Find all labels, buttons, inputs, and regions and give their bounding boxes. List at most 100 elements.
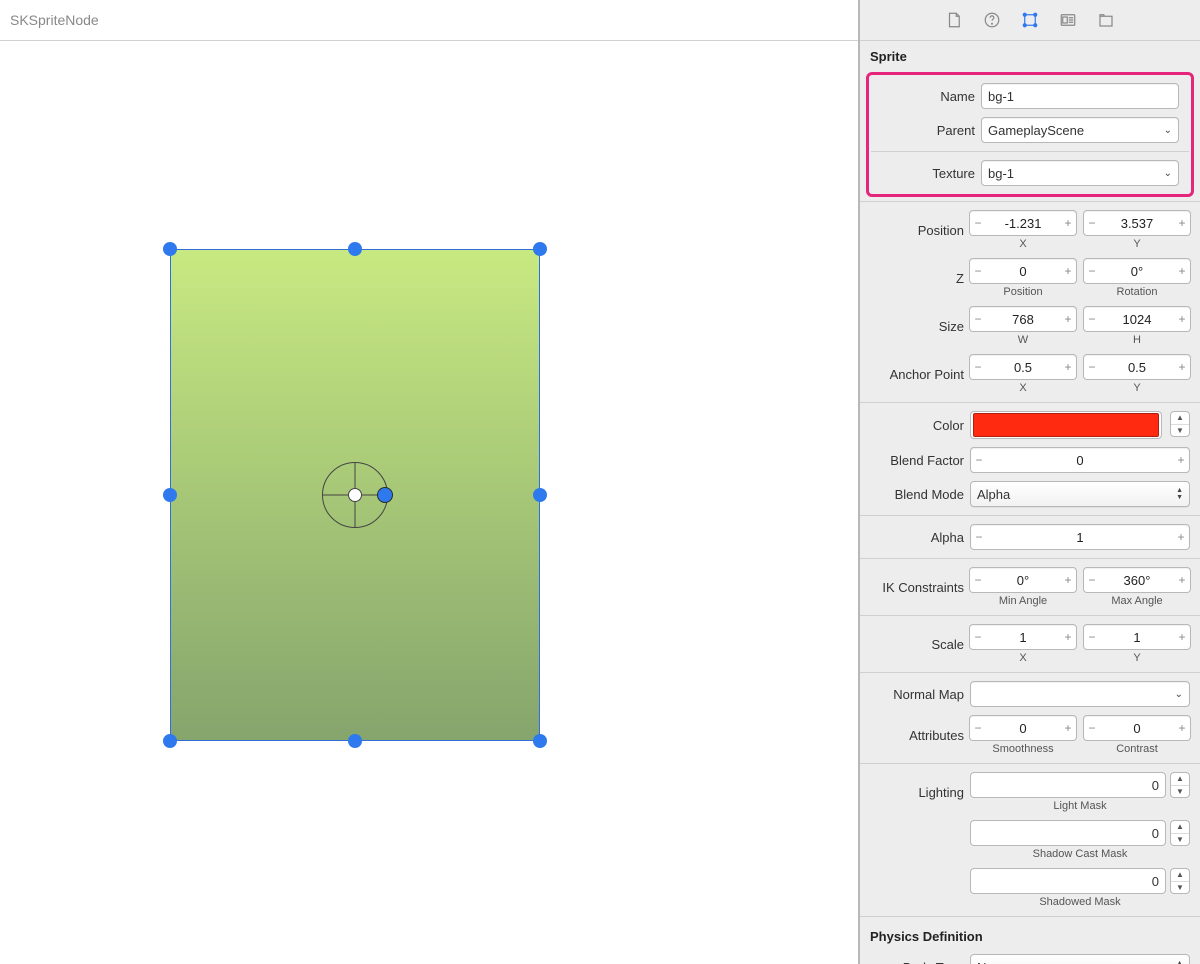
scale-x-stepper[interactable]: − 1 + (969, 624, 1077, 650)
shadowed-mask-stepper[interactable]: ▲ ▼ (1170, 868, 1190, 894)
caret-up-icon: ▲ (1176, 487, 1183, 494)
attributes-label: Attributes (870, 728, 964, 743)
library-inspector-icon[interactable] (1097, 11, 1115, 29)
color-stepper[interactable]: ▲ ▼ (1170, 411, 1190, 437)
decrement-button[interactable]: − (1084, 568, 1100, 592)
position-y-stepper[interactable]: − 3.537 + (1083, 210, 1191, 236)
decrement-button[interactable]: − (1084, 716, 1100, 740)
body-type-label: Body Type (870, 960, 964, 964)
anchor-gizmo[interactable] (322, 462, 388, 528)
increment-button[interactable]: + (1060, 307, 1076, 331)
caret-down-icon[interactable]: ▼ (1171, 882, 1189, 894)
normal-map-dropdown[interactable]: ⌄ (970, 681, 1190, 707)
anchor-x-stepper[interactable]: − 0.5 + (969, 354, 1077, 380)
increment-button[interactable]: + (1174, 307, 1190, 331)
decrement-button[interactable]: − (970, 307, 986, 331)
caret-down-icon[interactable]: ▼ (1171, 834, 1189, 846)
chevron-down-icon: ⌄ (1175, 689, 1183, 700)
increment-button[interactable]: + (1060, 716, 1076, 740)
blend-factor-stepper[interactable]: − 0 + (970, 447, 1190, 473)
file-inspector-icon[interactable] (945, 11, 963, 29)
attributes-inspector-icon[interactable] (1021, 11, 1039, 29)
chevron-down-icon: ⌄ (1164, 125, 1172, 136)
caret-up-icon[interactable]: ▲ (1171, 869, 1189, 882)
blend-factor-label: Blend Factor (870, 453, 964, 468)
decrement-button[interactable]: − (1084, 259, 1100, 283)
contrast-stepper[interactable]: − 0 + (1083, 715, 1191, 741)
resize-handle-tl[interactable] (163, 242, 177, 256)
resize-handle-bl[interactable] (163, 734, 177, 748)
body-type-select[interactable]: None ▲▼ (970, 954, 1190, 964)
z-position-stepper[interactable]: − 0 + (969, 258, 1077, 284)
scale-y-stepper[interactable]: − 1 + (1083, 624, 1191, 650)
size-w-stepper[interactable]: − 768 + (969, 306, 1077, 332)
increment-button[interactable]: + (1173, 525, 1189, 549)
alpha-stepper[interactable]: − 1 + (970, 524, 1190, 550)
increment-button[interactable]: + (1060, 625, 1076, 649)
position-x-stepper[interactable]: − -1.231 + (969, 210, 1077, 236)
decrement-button[interactable]: − (970, 716, 986, 740)
decrement-button[interactable]: − (970, 568, 986, 592)
decrement-button[interactable]: − (970, 211, 986, 235)
caret-up-icon[interactable]: ▲ (1171, 412, 1189, 425)
decrement-button[interactable]: − (1084, 211, 1100, 235)
name-input[interactable]: bg-1 (981, 83, 1179, 109)
resize-handle-br[interactable] (533, 734, 547, 748)
blend-mode-select[interactable]: Alpha ▲▼ (970, 481, 1190, 507)
identity-inspector-icon[interactable] (1059, 11, 1077, 29)
decrement-button[interactable]: − (970, 259, 986, 283)
help-inspector-icon[interactable] (983, 11, 1001, 29)
alpha-label: Alpha (870, 530, 964, 545)
caret-up-icon[interactable]: ▲ (1171, 821, 1189, 834)
resize-handle-tm[interactable] (348, 242, 362, 256)
decrement-button[interactable]: − (1084, 625, 1100, 649)
increment-button[interactable]: + (1174, 568, 1190, 592)
resize-handle-bm[interactable] (348, 734, 362, 748)
selected-sprite[interactable] (170, 249, 540, 741)
increment-button[interactable]: + (1174, 211, 1190, 235)
parent-dropdown[interactable]: GameplayScene ⌄ (981, 117, 1179, 143)
shadowed-mask-input[interactable]: 0 (970, 868, 1166, 894)
decrement-button[interactable]: − (1084, 355, 1100, 379)
texture-dropdown[interactable]: bg-1 ⌄ (981, 160, 1179, 186)
lighting-label: Lighting (870, 785, 964, 800)
inspector-panel: Sprite Name bg-1 Parent GameplayScene ⌄ (859, 0, 1200, 964)
increment-button[interactable]: + (1060, 211, 1076, 235)
increment-button[interactable]: + (1060, 355, 1076, 379)
caret-down-icon[interactable]: ▼ (1171, 425, 1189, 437)
ik-max-stepper[interactable]: − 360° + (1083, 567, 1191, 593)
decrement-button[interactable]: − (970, 355, 986, 379)
sprite-section-header: Sprite (860, 41, 1200, 70)
decrement-button[interactable]: − (971, 525, 987, 549)
shadow-cast-mask-stepper[interactable]: ▲ ▼ (1170, 820, 1190, 846)
resize-handle-tr[interactable] (533, 242, 547, 256)
shadow-cast-mask-input[interactable]: 0 (970, 820, 1166, 846)
size-h-stepper[interactable]: − 1024 + (1083, 306, 1191, 332)
normal-map-label: Normal Map (870, 687, 964, 702)
increment-button[interactable]: + (1174, 625, 1190, 649)
light-mask-input[interactable]: 0 (970, 772, 1166, 798)
resize-handle-mr[interactable] (533, 488, 547, 502)
increment-button[interactable]: + (1060, 568, 1076, 592)
decrement-button[interactable]: − (971, 448, 987, 472)
caret-up-icon[interactable]: ▲ (1171, 773, 1189, 786)
increment-button[interactable]: + (1060, 259, 1076, 283)
z-rotation-stepper[interactable]: − 0° + (1083, 258, 1191, 284)
increment-button[interactable]: + (1174, 716, 1190, 740)
canvas[interactable] (0, 41, 858, 964)
increment-button[interactable]: + (1173, 448, 1189, 472)
position-label: Position (870, 223, 964, 238)
caret-down-icon: ▼ (1176, 494, 1183, 501)
increment-button[interactable]: + (1174, 355, 1190, 379)
resize-handle-ml[interactable] (163, 488, 177, 502)
anchor-y-stepper[interactable]: − 0.5 + (1083, 354, 1191, 380)
color-swatch[interactable] (970, 411, 1162, 439)
smoothness-stepper[interactable]: − 0 + (969, 715, 1077, 741)
increment-button[interactable]: + (1174, 259, 1190, 283)
decrement-button[interactable]: − (970, 625, 986, 649)
caret-up-icon: ▲ (1176, 960, 1183, 964)
caret-down-icon[interactable]: ▼ (1171, 786, 1189, 798)
decrement-button[interactable]: − (1084, 307, 1100, 331)
ik-min-stepper[interactable]: − 0° + (969, 567, 1077, 593)
light-mask-stepper[interactable]: ▲ ▼ (1170, 772, 1190, 798)
